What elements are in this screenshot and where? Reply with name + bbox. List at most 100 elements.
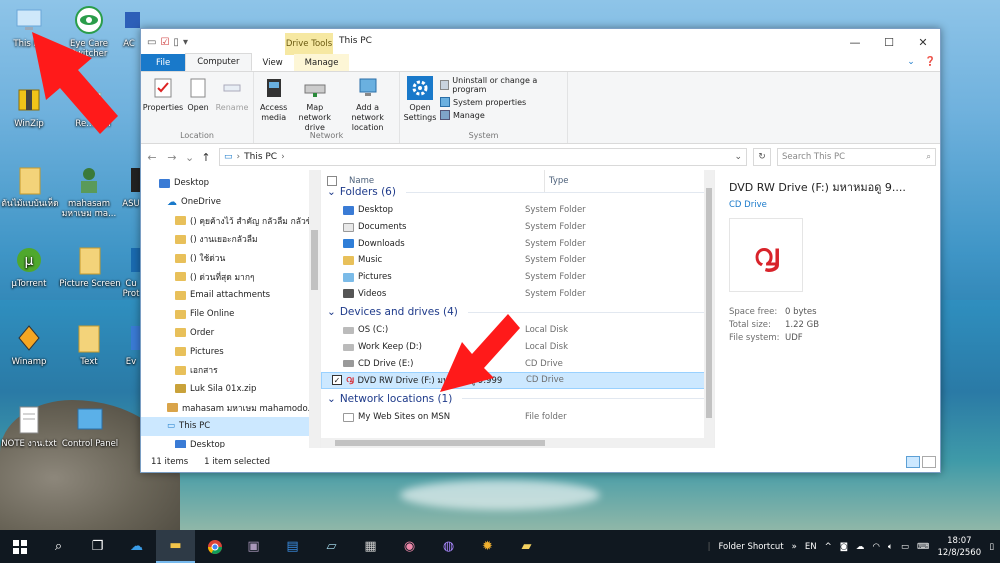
desktop-icon-control-panel[interactable]: Control Panel [58, 404, 122, 449]
nav-item-desktop[interactable]: Desktop [141, 174, 320, 193]
minimize-button[interactable]: — [838, 29, 872, 55]
task-view-button[interactable]: ❐ [78, 530, 117, 563]
nav-item-zip[interactable]: Luk Sila 01x.zip [141, 380, 320, 399]
desktop-icon-partial[interactable]: Cu Prot [122, 244, 140, 299]
recent-locations-button[interactable]: ⌄ [185, 151, 194, 164]
keyboard-icon[interactable]: ⌨ [917, 542, 929, 552]
taskbar-notes[interactable]: ▰ [507, 530, 546, 563]
taskbar-media[interactable]: ◍ [429, 530, 468, 563]
nav-item-user[interactable]: mahasam มหาเษม mahamodo... [141, 398, 320, 417]
nav-scrollbar-thumb[interactable] [311, 230, 318, 290]
large-icons-view-button[interactable] [922, 456, 936, 468]
taskbar-photos[interactable]: ▤ [273, 530, 312, 563]
taskbar-settings[interactable]: ✹ [468, 530, 507, 563]
maximize-button[interactable]: ☐ [872, 29, 906, 55]
vscroll-thumb[interactable] [706, 188, 712, 418]
nav-scrollbar[interactable] [309, 170, 320, 448]
taskbar-calculator[interactable]: ▦ [351, 530, 390, 563]
list-item[interactable]: Music System Folder [321, 252, 714, 269]
forward-button[interactable]: → [165, 151, 179, 164]
taskbar-app[interactable]: ▣ [234, 530, 273, 563]
nav-item-this-pc[interactable]: ▭ This PC [141, 416, 320, 436]
uninstall-program-button[interactable]: Uninstall or change a program [440, 76, 563, 94]
item-name: Music [358, 255, 383, 266]
list-item[interactable]: Pictures System Folder [321, 269, 714, 286]
properties-quick-icon[interactable]: ☑ [160, 37, 169, 48]
language-indicator[interactable]: EN [805, 542, 817, 552]
desktop-icon-text[interactable]: Text [60, 322, 118, 367]
manage-button[interactable]: Manage [440, 110, 563, 120]
location-group-label: Location [180, 131, 214, 140]
list-item[interactable]: Desktop System Folder [321, 202, 714, 219]
list-item[interactable]: My Web Sites on MSN File folder [321, 409, 714, 426]
help-icon[interactable]: ❓ [925, 57, 936, 67]
folder-shortcut-toolbar[interactable]: Folder Shortcut [718, 542, 783, 552]
system-properties-button[interactable]: System properties [440, 97, 563, 107]
desktop-icon-partial[interactable]: ASU [122, 164, 140, 209]
address-bar[interactable]: ▭ › This PC › ⌄ [219, 148, 747, 166]
nav-item-folder[interactable]: () ใช้ด่วน [141, 249, 320, 268]
notifications-icon[interactable]: ▯ [989, 542, 994, 552]
list-item[interactable]: Documents System Folder [321, 219, 714, 236]
address-dropdown-icon[interactable]: ⌄ [734, 152, 742, 162]
desktop-icon-partial[interactable]: AC [118, 4, 140, 49]
folder-icon [73, 322, 105, 354]
nav-item-folder[interactable]: Order [141, 324, 320, 343]
list-item[interactable]: Downloads System Folder [321, 235, 714, 252]
nav-item-folder[interactable]: Pictures [141, 342, 320, 361]
search-button[interactable]: ⌕ [39, 530, 78, 563]
nav-item-desktop[interactable]: Desktop [141, 436, 320, 448]
nav-item-folder[interactable]: () งานเยอะกลัวลืม [141, 230, 320, 249]
desktop-icon-partial[interactable]: Ev [122, 322, 140, 367]
wifi-icon[interactable]: ◠ [872, 542, 879, 552]
taskbar-onedrive[interactable]: ☁ [117, 530, 156, 563]
nav-item-folder[interactable]: () คุยค้างไว้ สำคัญ กลัวลืม กลัวข้าม [141, 211, 320, 230]
tab-manage[interactable]: Manage [293, 54, 350, 71]
toolbar-chevron-icon[interactable]: » [792, 542, 797, 552]
up-button[interactable]: ↑ [199, 151, 213, 164]
breadcrumb-this-pc[interactable]: This PC [244, 152, 277, 162]
taskbar-file-explorer[interactable]: ▬ [156, 530, 195, 563]
hscroll-thumb[interactable] [335, 440, 545, 446]
taskbar-paint[interactable]: ◉ [390, 530, 429, 563]
search-input[interactable]: Search This PC ⌕ [777, 148, 936, 166]
section-header-folders[interactable]: ⌄ Folders (6) [321, 182, 714, 202]
camera-icon[interactable]: ◙ [840, 542, 848, 552]
taskbar-notepad[interactable]: ▱ [312, 530, 351, 563]
nav-item-folder[interactable]: File Online [141, 305, 320, 324]
new-folder-quick-icon[interactable]: ▯ [173, 37, 179, 48]
list-item[interactable]: Videos System Folder [321, 285, 714, 302]
desktop-icon-utorrent[interactable]: µ µTorrent [0, 244, 58, 289]
start-button[interactable] [0, 530, 39, 563]
tab-file[interactable]: File [141, 54, 186, 71]
list-vertical-scrollbar[interactable] [704, 170, 714, 448]
desktop-icon-mahasam[interactable]: mahasam มหาเษม ma... [60, 164, 118, 219]
item-checkbox[interactable]: ✓ [332, 375, 342, 386]
show-hidden-icons[interactable]: ^ [825, 542, 832, 552]
customize-quick-access-icon[interactable]: ▾ [183, 37, 188, 48]
desktop-icon-label: Control Panel [61, 439, 119, 449]
clock[interactable]: 18:07 12/8/2560 [937, 535, 982, 559]
tab-computer[interactable]: Computer [185, 53, 252, 71]
chat-icon[interactable]: ▭ [901, 542, 909, 552]
list-horizontal-scrollbar[interactable] [321, 438, 704, 448]
desktop-icon-winamp[interactable]: Winamp [0, 322, 58, 367]
refresh-button[interactable]: ↻ [753, 148, 771, 166]
desktop-icon-picture-screen[interactable]: Picture Screen [58, 244, 122, 289]
expand-ribbon-icon[interactable]: ⌄ [907, 57, 915, 67]
desktop-icon-note[interactable]: NOTE งาน.txt [0, 404, 58, 449]
file-system-label: File system: [729, 333, 780, 343]
nav-item-folder[interactable]: Email attachments [141, 286, 320, 305]
tab-view[interactable]: View [252, 54, 294, 71]
volume-icon[interactable]: 🔈︎ [888, 542, 893, 552]
nav-item-folder[interactable]: () ด่วนที่สุด มากๆ [141, 267, 320, 286]
taskbar-chrome[interactable] [195, 530, 234, 563]
drive-tools-context-header: Drive Tools [285, 33, 333, 55]
nav-item-onedrive[interactable]: ☁ OneDrive [141, 193, 320, 212]
nav-item-folder[interactable]: เอกสาร [141, 361, 320, 380]
details-view-button[interactable] [906, 456, 920, 468]
cloud-sync-icon[interactable]: ☁ [856, 542, 865, 552]
close-button[interactable]: ✕ [906, 29, 940, 55]
desktop-icon-folder-tree[interactable]: ต้นไม้แบบ้นเห็ด [0, 164, 60, 209]
back-button[interactable]: ← [145, 151, 159, 164]
